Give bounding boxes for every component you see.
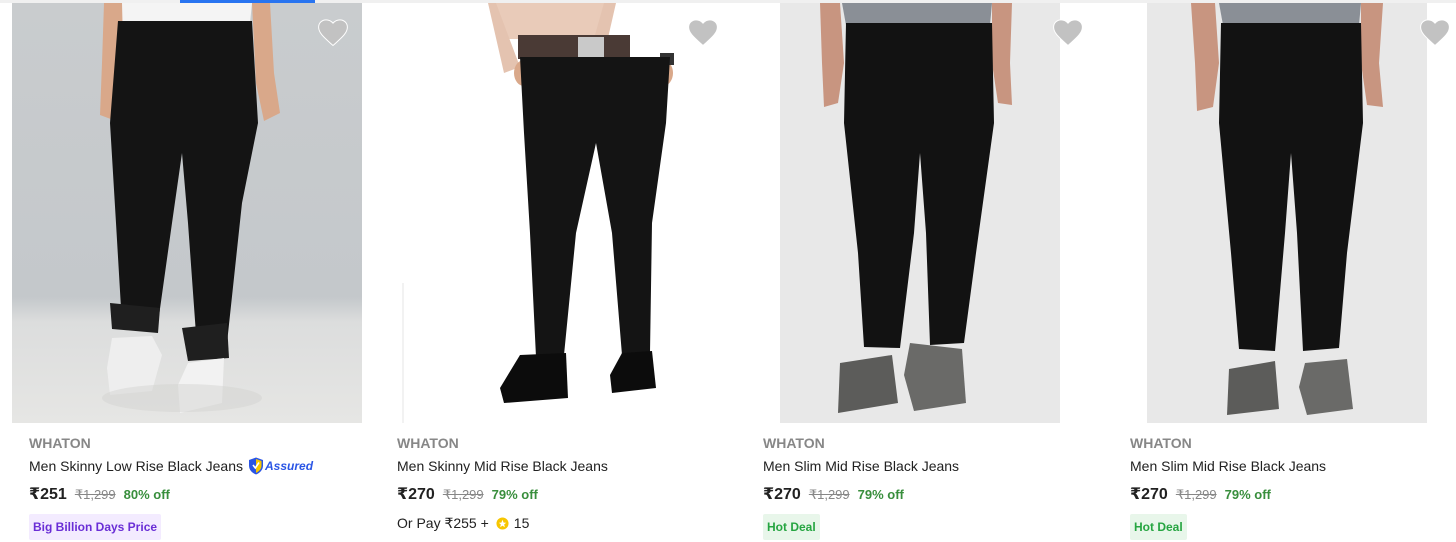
product-image[interactable]	[1147, 3, 1427, 423]
product-info: WHATON Men Slim Mid Rise Black Jeans ₹27…	[763, 434, 1093, 540]
hot-deal-badge: Hot Deal	[1130, 514, 1187, 540]
product-card[interactable]: WHATON Men Skinny Mid Rise Black Jeans ₹…	[378, 3, 733, 542]
selling-price: ₹270	[763, 486, 801, 503]
product-title[interactable]: Men Slim Mid Rise Black Jeans	[1130, 455, 1456, 477]
assured-shield-icon	[249, 457, 263, 475]
product-title[interactable]: Men Skinny Mid Rise Black Jeans	[397, 455, 727, 477]
product-grid: WHATON Men Skinny Low Rise Black Jeans A…	[0, 3, 1456, 542]
price-row: ₹270 ₹1,299 79% off	[397, 484, 727, 504]
discount-percent: 79% off	[857, 487, 904, 502]
offer-badge: Big Billion Days Price	[29, 514, 162, 540]
product-card[interactable]: WHATON Men Slim Mid Rise Black Jeans ₹27…	[1111, 3, 1456, 542]
product-image[interactable]	[400, 3, 700, 423]
product-brand: WHATON	[397, 435, 459, 451]
product-title-text: Men Skinny Low Rise Black Jeans	[29, 458, 243, 474]
price-row: ₹251 ₹1,299 80% off	[29, 484, 359, 504]
wishlist-heart-icon[interactable]	[318, 19, 348, 47]
price-row: ₹270 ₹1,299 79% off	[763, 484, 1093, 504]
supercoin-pay-row: Or Pay ₹255 + 15	[397, 513, 727, 533]
selling-price: ₹270	[1130, 486, 1168, 503]
product-title-text: Men Skinny Mid Rise Black Jeans	[397, 458, 608, 474]
wishlist-heart-icon[interactable]	[1420, 19, 1450, 47]
product-title-text: Men Slim Mid Rise Black Jeans	[763, 458, 960, 474]
wishlist-heart-icon[interactable]	[688, 19, 718, 47]
product-brand: WHATON	[763, 435, 825, 451]
original-price: ₹1,299	[1175, 487, 1217, 502]
supercoin-count: 15	[513, 515, 530, 531]
pay-with-coins-text: Or Pay ₹255 +	[397, 514, 489, 531]
product-card[interactable]: WHATON Men Slim Mid Rise Black Jeans ₹27…	[744, 3, 1099, 542]
original-price: ₹1,299	[808, 487, 850, 502]
product-info: WHATON Men Skinny Mid Rise Black Jeans ₹…	[397, 434, 727, 533]
hot-deal-badge: Hot Deal	[763, 514, 820, 540]
assured-label: Assured	[265, 459, 314, 473]
product-info: WHATON Men Slim Mid Rise Black Jeans ₹27…	[1130, 434, 1456, 540]
product-image[interactable]	[12, 3, 362, 423]
product-title[interactable]: Men Skinny Low Rise Black Jeans Assured	[29, 455, 359, 477]
discount-percent: 79% off	[491, 487, 538, 502]
selling-price: ₹270	[397, 486, 435, 503]
product-image[interactable]	[780, 3, 1060, 423]
discount-percent: 79% off	[1224, 487, 1271, 502]
product-title-text: Men Slim Mid Rise Black Jeans	[1130, 458, 1327, 474]
product-brand: WHATON	[29, 435, 91, 451]
original-price: ₹1,299	[442, 487, 484, 502]
price-row: ₹270 ₹1,299 79% off	[1130, 484, 1456, 504]
product-info: WHATON Men Skinny Low Rise Black Jeans A…	[29, 434, 359, 540]
wishlist-heart-icon[interactable]	[1053, 19, 1083, 47]
product-brand: WHATON	[1130, 435, 1192, 451]
selling-price: ₹251	[29, 486, 67, 503]
original-price: ₹1,299	[74, 487, 116, 502]
supercoin-icon	[496, 516, 509, 530]
assured-badge: Assured	[248, 457, 313, 475]
discount-percent: 80% off	[123, 487, 170, 502]
product-title[interactable]: Men Slim Mid Rise Black Jeans	[763, 455, 1093, 477]
product-card[interactable]: WHATON Men Skinny Low Rise Black Jeans A…	[10, 3, 365, 542]
